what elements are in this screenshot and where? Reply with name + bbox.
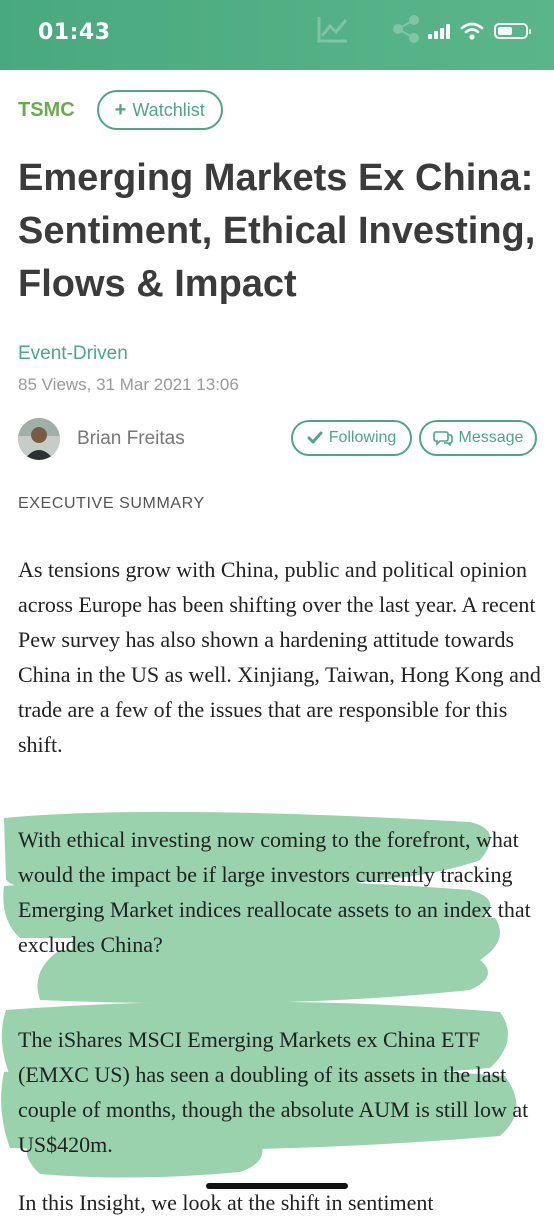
status-time: 01:43 (38, 20, 111, 45)
paragraph-4: In this Insight, we look at the shift in… (18, 1190, 434, 1215)
category-link[interactable]: Event-Driven (18, 343, 128, 365)
wifi-icon (460, 22, 484, 40)
battery-icon (494, 23, 531, 39)
chart-icon[interactable] (316, 14, 350, 44)
plus-icon: + (114, 98, 127, 121)
avatar[interactable] (18, 418, 60, 460)
check-icon (307, 431, 323, 444)
signal-bars-icon (428, 23, 450, 39)
watchlist-label: Watchlist (132, 99, 205, 120)
share-icon[interactable] (392, 14, 420, 44)
section-label: EXECUTIVE SUMMARY (18, 495, 205, 512)
article-title: Emerging Markets Ex China: Sentiment, Et… (18, 157, 536, 305)
following-button[interactable]: Following (291, 420, 412, 456)
message-button[interactable]: Message (419, 420, 537, 456)
paragraph-3: The iShares MSCI Emerging Markets ex Chi… (18, 1027, 529, 1157)
status-bar: 01:43 (0, 0, 554, 70)
ticker-link[interactable]: TSMC (18, 99, 75, 122)
message-label: Message (458, 429, 524, 446)
home-indicator[interactable] (206, 1183, 348, 1189)
paragraph-2: With ethical investing now coming to the… (18, 827, 531, 957)
article-tag-row: TSMC + Watchlist (18, 88, 538, 132)
following-label: Following (328, 429, 397, 446)
chat-bubble-icon (432, 431, 453, 446)
author-name[interactable]: Brian Freitas (77, 428, 185, 450)
article-meta: 85 Views, 31 Mar 2021 13:06 (18, 375, 239, 394)
author-row: Brian Freitas Following Message (18, 418, 538, 460)
watchlist-button[interactable]: + Watchlist (96, 90, 223, 130)
paragraph-1: As tensions grow with China, public and … (18, 557, 541, 757)
